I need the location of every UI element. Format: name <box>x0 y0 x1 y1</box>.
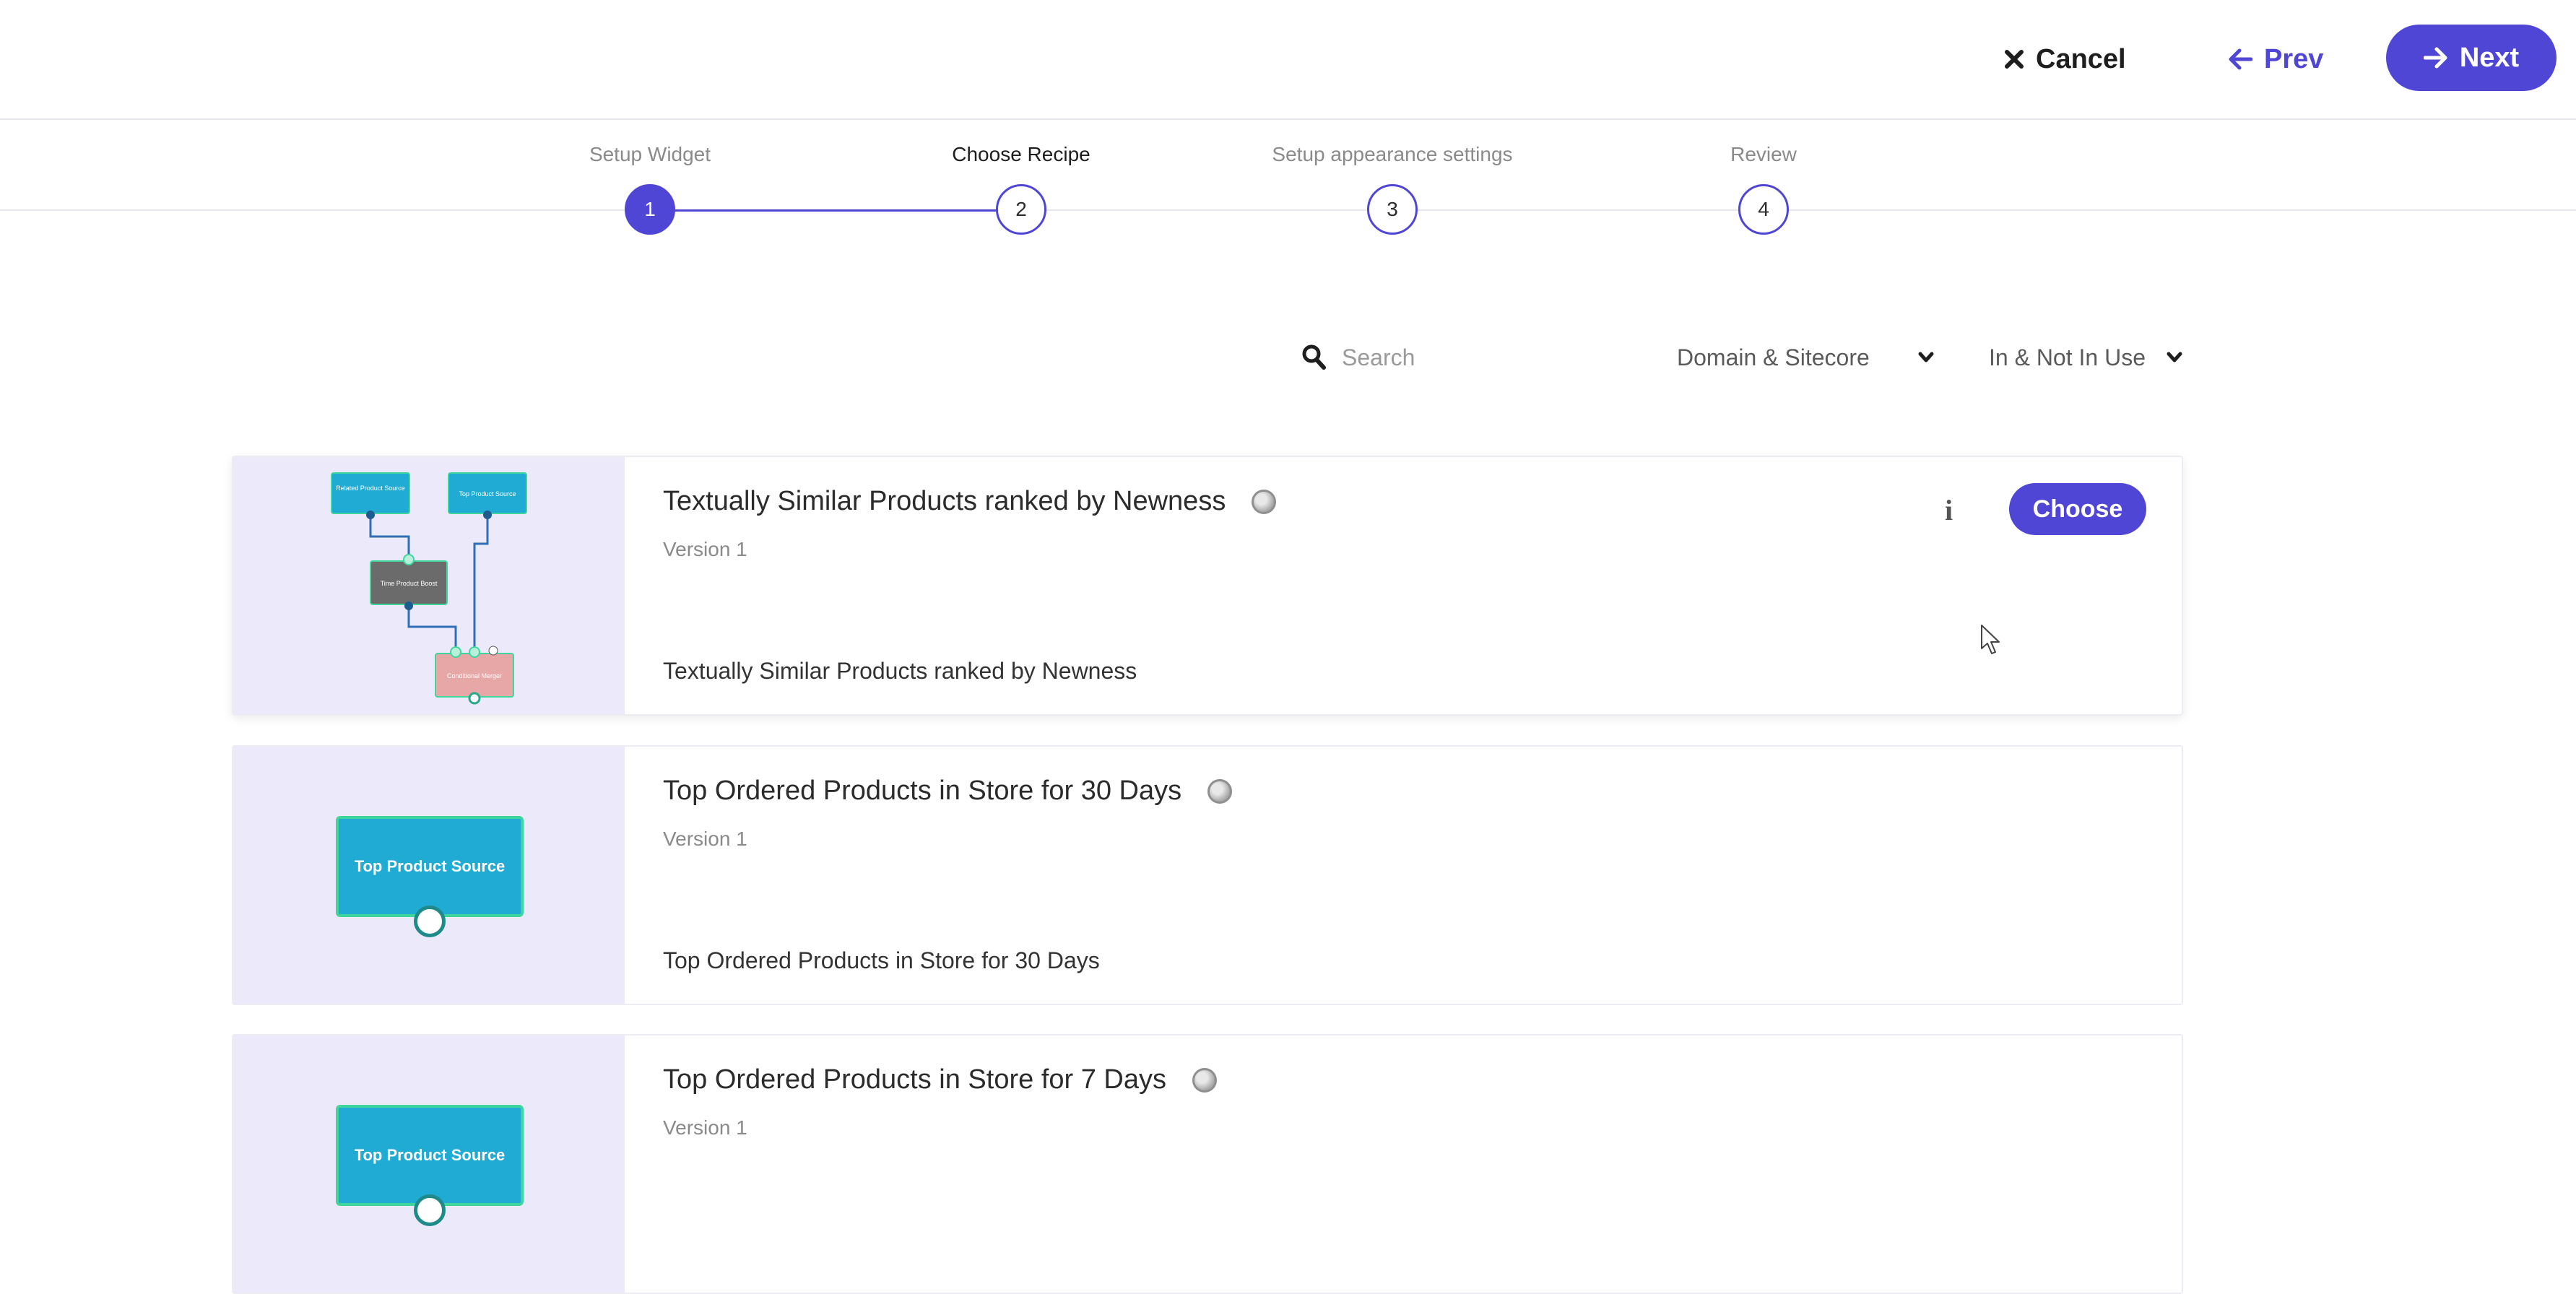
recipe-version: Version 1 <box>663 538 747 560</box>
recipe-title: Top Ordered Products in Store for 7 Days <box>663 1064 1217 1095</box>
recipe-flow-thumbnail: Top Product Source <box>233 1035 625 1293</box>
top-bar: Cancel Prev Next <box>0 0 2576 120</box>
step-progress-line <box>650 209 1021 212</box>
step-label-appearance: Setup appearance settings <box>1272 143 1513 165</box>
recipe-description: Textually Similar Products ranked by New… <box>663 658 1137 684</box>
step-4-circle[interactable]: 4 <box>1738 184 1789 235</box>
recipe-version: Version 1 <box>663 1116 747 1139</box>
arrow-right-icon <box>2423 47 2447 69</box>
recipe-title-text: Top Ordered Products in Store for 7 Days <box>663 1064 1166 1095</box>
step-label-setup-widget: Setup Widget <box>589 143 711 165</box>
usage-filter-dropdown[interactable]: In & Not In Use <box>1989 339 2182 375</box>
recipe-flow-diagram: Related Product Source Top Product Sourc… <box>331 472 527 705</box>
search-icon <box>1302 344 1326 370</box>
choose-button[interactable]: Choose <box>2009 483 2146 535</box>
thumb-source-node: Top Product Source <box>336 816 524 917</box>
usage-filter-value: In & Not In Use <box>1989 344 2146 370</box>
step-3-circle[interactable]: 3 <box>1367 184 1418 235</box>
prev-label: Prev <box>2264 43 2324 74</box>
recipe-title-text: Textually Similar Products ranked by New… <box>663 486 1226 516</box>
info-icon[interactable]: i <box>1945 493 1953 527</box>
status-indicator-icon <box>1252 489 1277 514</box>
step-label-review: Review <box>1730 143 1797 165</box>
cancel-label: Cancel <box>2036 43 2126 74</box>
thumb-node-port <box>414 906 446 937</box>
cancel-button[interactable]: Cancel <box>2004 35 2126 84</box>
recipe-card[interactable]: Top Product Source Top Ordered Products … <box>232 1034 2183 1294</box>
recipe-title-text: Top Ordered Products in Store for 30 Day… <box>663 776 1182 806</box>
thumb-node-label: Related Product Source <box>336 485 405 492</box>
recipe-flow-thumbnail: Related Product Source Top Product Sourc… <box>233 457 625 714</box>
status-indicator-icon <box>1207 778 1233 804</box>
step-label-choose-recipe: Choose Recipe <box>952 143 1090 165</box>
step-2-circle[interactable]: 2 <box>996 184 1046 235</box>
recipe-title: Top Ordered Products in Store for 30 Day… <box>663 776 1233 807</box>
mouse-cursor-icon <box>1981 625 2000 654</box>
arrow-left-icon <box>2229 48 2252 70</box>
recipe-title: Textually Similar Products ranked by New… <box>663 486 1277 517</box>
search-input[interactable] <box>1340 336 1632 378</box>
status-indicator-icon <box>1192 1067 1217 1093</box>
chevron-down-icon <box>2167 352 2182 362</box>
recipe-card[interactable]: Related Product Source Top Product Sourc… <box>232 456 2183 716</box>
thumb-node-port <box>414 1194 446 1226</box>
domain-filter-dropdown[interactable]: Domain & Sitecore <box>1677 339 1934 375</box>
domain-filter-value: Domain & Sitecore <box>1677 344 1870 370</box>
thumb-node-label: Top Product Source <box>459 490 516 498</box>
recipe-version: Version 1 <box>663 828 747 850</box>
thumb-node-label: Time Product Boost <box>381 580 438 587</box>
thumb-node-label: Conditional Merger <box>447 672 502 679</box>
close-icon <box>2005 50 2024 69</box>
next-label: Next <box>2459 42 2520 73</box>
recipe-card[interactable]: Top Product Source Top Ordered Products … <box>232 745 2183 1005</box>
chevron-down-icon <box>1918 352 1934 362</box>
recipe-description: Top Ordered Products in Store for 30 Day… <box>663 947 1100 973</box>
thumb-source-node: Top Product Source <box>336 1105 524 1206</box>
prev-button[interactable]: Prev <box>2228 35 2323 84</box>
recipe-flow-thumbnail: Top Product Source <box>233 747 625 1004</box>
next-button[interactable]: Next <box>2386 25 2557 91</box>
step-1-circle[interactable]: 1 <box>625 184 675 235</box>
